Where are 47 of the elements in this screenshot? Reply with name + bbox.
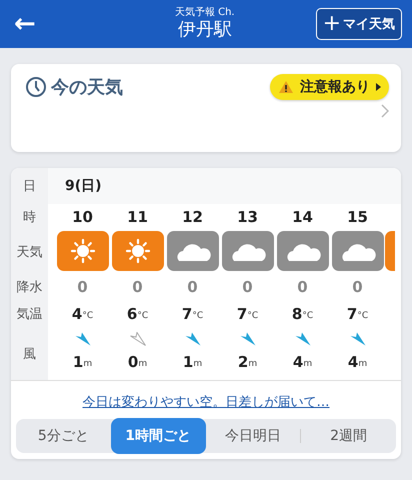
interval-tab[interactable]: 今日明日 (206, 419, 300, 453)
row-label: 日 (22, 178, 37, 196)
wind-speed-value: 0m (128, 352, 148, 373)
warning-badge[interactable]: 注意報あり (270, 74, 389, 100)
precipitation-value: 0 (77, 277, 88, 298)
temperature-value: 7°C (346, 304, 368, 325)
temperature-value: 6°C (126, 304, 148, 325)
hour-label: 13 (237, 207, 258, 228)
interval-tab[interactable]: 1時間ごと (110, 418, 206, 454)
hour-label: 14 (292, 207, 313, 228)
sun-icon (124, 237, 152, 265)
row-label: 風 (22, 346, 37, 364)
day-label: 9(日) (65, 177, 102, 195)
hour-label: 11 (127, 207, 148, 228)
wind-speed-value: 1m (72, 352, 92, 373)
hour-label: 10 (72, 207, 93, 228)
wind-speed-value: 4m (348, 352, 368, 373)
temperature-value: 8°C (292, 304, 314, 325)
back-button[interactable]: ← (14, 9, 54, 39)
precipitation-value: 0 (132, 277, 143, 298)
temperature-value: 7°C (182, 304, 204, 325)
wind-speed-value: 1m (182, 352, 202, 373)
header-title: 伊丹駅 (178, 19, 232, 41)
clock-icon (25, 76, 47, 98)
wind-speed-value: 4m (292, 352, 312, 373)
precipitation-value: 0 (297, 277, 308, 298)
current-weather-title: 今の天気 (51, 76, 123, 99)
precipitation-value: 0 (187, 277, 198, 298)
row-label: 気温 (16, 306, 44, 324)
wind-speed-value: 2 m (238, 352, 258, 373)
interval-tab[interactable]: 2週間 (301, 419, 396, 453)
summary-link[interactable]: 今日は変わりやすい空。日差しが届いて… (82, 393, 330, 411)
precipitation-value: 0 (352, 277, 363, 298)
hour-label: 12 (182, 207, 203, 228)
precipitation-value: 0 (242, 277, 253, 298)
header-subtitle: 天気予報 Ch. (174, 7, 235, 19)
hour-label: 15 (347, 207, 368, 228)
chevron-right-icon (381, 104, 389, 118)
my-weather-button[interactable]: +マイ天気 (316, 8, 402, 40)
temperature-value: 7°C (236, 304, 258, 325)
current-weather-card[interactable]: 今の天気 注意報あり (11, 64, 401, 152)
sun-icon (68, 237, 96, 265)
row-label: 時 (22, 209, 37, 227)
row-label: 降水 (16, 279, 44, 297)
row-label: 天気 (16, 244, 44, 262)
interval-tab[interactable]: 5分ごと (16, 419, 111, 453)
temperature-value: 4°C (72, 304, 94, 325)
